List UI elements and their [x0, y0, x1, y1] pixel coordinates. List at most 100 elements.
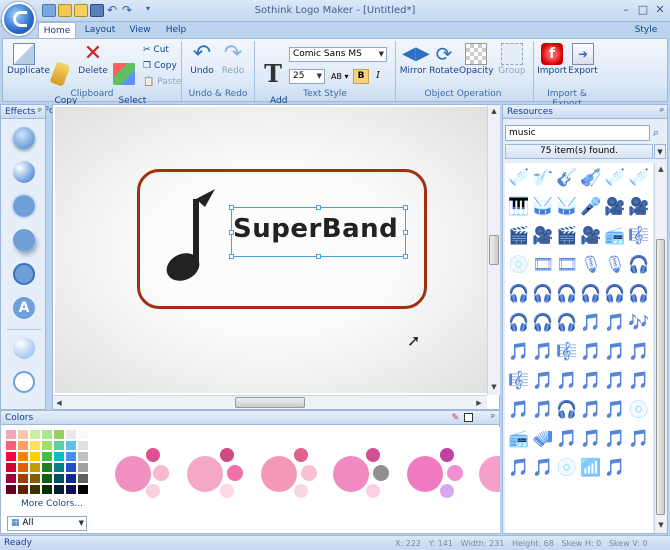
color-swatch[interactable]	[5, 473, 17, 484]
selection-handle[interactable]	[229, 205, 234, 210]
color-swatch[interactable]	[5, 451, 17, 462]
music-resource-icon[interactable]: 🎧	[627, 283, 651, 305]
effect-gloss-icon[interactable]	[13, 161, 35, 183]
music-resource-icon[interactable]: 🎵	[555, 428, 579, 450]
color-schemes-strip[interactable]	[97, 427, 500, 533]
music-resource-icon[interactable]: 🎙	[603, 254, 627, 276]
color-swatch[interactable]	[29, 429, 41, 440]
tab-view[interactable]: View	[124, 22, 156, 38]
music-resource-icon[interactable]: 📶	[579, 457, 603, 479]
duplicate-button[interactable]: Duplicate	[7, 41, 50, 76]
music-note-icon[interactable]	[163, 185, 219, 285]
app-menu-orb[interactable]	[2, 2, 36, 36]
music-resource-icon[interactable]: 🎥	[627, 196, 651, 218]
color-filter-select[interactable]: ▦ All ▼	[7, 516, 87, 531]
color-swatch[interactable]	[77, 462, 89, 473]
music-resource-icon[interactable]: 🎵	[507, 399, 531, 421]
design-canvas[interactable]: SuperBand ➚	[55, 107, 487, 393]
music-resource-icon[interactable]: 🎧	[531, 312, 555, 334]
music-resource-icon[interactable]: 🎤	[579, 196, 603, 218]
color-swatch[interactable]	[41, 451, 53, 462]
color-swatch[interactable]	[5, 462, 17, 473]
music-resource-icon[interactable]: 🎧	[531, 283, 555, 305]
music-resource-icon[interactable]: 🎵	[531, 399, 555, 421]
color-swatch[interactable]	[29, 462, 41, 473]
selection-handle[interactable]	[403, 230, 408, 235]
music-resource-icon[interactable]: 💿	[627, 399, 651, 421]
bold-button[interactable]: B	[353, 69, 369, 84]
style-menu[interactable]: Style	[628, 22, 664, 38]
music-resource-icon[interactable]: 🎧	[555, 283, 579, 305]
color-swatch[interactable]	[5, 484, 17, 495]
music-resource-icon[interactable]: 🎺	[603, 167, 627, 189]
italic-button[interactable]: I	[371, 69, 385, 84]
color-swatch[interactable]	[29, 451, 41, 462]
color-swatch[interactable]	[77, 429, 89, 440]
font-family-select[interactable]: Comic Sans MS ▼	[289, 47, 387, 62]
music-resource-icon[interactable]: 🥁	[531, 196, 555, 218]
music-resource-icon[interactable]: 🥁	[555, 196, 579, 218]
color-swatch[interactable]	[53, 484, 65, 495]
paste-button[interactable]: 📋 Paste	[143, 75, 181, 89]
color-swatch[interactable]	[53, 451, 65, 462]
mirror-button[interactable]: ◀▶ Mirror	[396, 41, 430, 76]
music-resource-icon[interactable]: 🎵	[507, 457, 531, 479]
music-resource-icon[interactable]: 🎞	[555, 254, 579, 276]
pin-icon[interactable]: ᵖ	[660, 105, 664, 119]
close-button[interactable]: ✕	[653, 3, 667, 17]
music-resource-icon[interactable]: 🎵	[627, 370, 651, 392]
music-resource-icon[interactable]: 🎥	[531, 225, 555, 247]
music-resource-icon[interactable]: 🎵	[603, 457, 627, 479]
color-swatch[interactable]	[41, 440, 53, 451]
color-swatch[interactable]	[53, 462, 65, 473]
effect-text-icon[interactable]: A	[13, 297, 35, 319]
music-resource-icon[interactable]: 🎺	[627, 167, 651, 189]
music-resource-icon[interactable]: 🎺	[507, 167, 531, 189]
resource-scrollbar[interactable]: ▲ ▼	[654, 163, 666, 533]
color-swatch[interactable]	[77, 440, 89, 451]
color-swatch[interactable]	[17, 451, 29, 462]
import-button[interactable]: f Import	[535, 41, 569, 76]
effect-none-icon[interactable]	[13, 371, 35, 393]
vertical-scrollbar[interactable]: ▲ ▼	[487, 105, 500, 395]
music-resource-icon[interactable]: 🎵	[627, 341, 651, 363]
tab-help[interactable]: Help	[160, 22, 192, 38]
music-resource-icon[interactable]: 🎥	[603, 196, 627, 218]
music-resource-icon[interactable]: 🎵	[531, 370, 555, 392]
color-swatch[interactable]	[17, 440, 29, 451]
music-resource-icon[interactable]: 🎵	[603, 370, 627, 392]
color-swatch[interactable]	[41, 462, 53, 473]
color-swatch[interactable]	[5, 429, 17, 440]
effect-bevel-icon[interactable]	[13, 127, 35, 149]
effect-shadow-icon[interactable]	[13, 229, 35, 251]
effect-stroke-icon[interactable]	[13, 263, 35, 285]
tab-layout[interactable]: Layout	[80, 22, 120, 38]
color-swatch[interactable]	[29, 484, 41, 495]
pin-icon[interactable]: ᵖ	[38, 105, 42, 119]
music-resource-icon[interactable]: 🎵	[603, 341, 627, 363]
redo-button[interactable]: ↷ Redo	[216, 41, 250, 77]
music-resource-icon[interactable]: 🎼	[555, 341, 579, 363]
scroll-down-icon[interactable]: ▼	[488, 381, 500, 393]
scroll-up-icon[interactable]: ▲	[655, 163, 667, 175]
resource-search-input[interactable]: music	[505, 125, 650, 141]
scroll-down-icon[interactable]: ▼	[655, 519, 667, 531]
music-resource-icon[interactable]: 🎧	[579, 283, 603, 305]
music-resource-icon[interactable]: 🎼	[507, 370, 531, 392]
music-resource-icon[interactable]: 🎧	[555, 399, 579, 421]
pin-icon[interactable]: ᵖ	[491, 411, 495, 425]
music-resource-icon[interactable]: 🎵	[579, 428, 603, 450]
music-resource-icon[interactable]: 🎧	[507, 312, 531, 334]
scroll-right-icon[interactable]: ▶	[473, 397, 485, 409]
music-resource-icon[interactable]: 🎧	[627, 254, 651, 276]
text-case-button[interactable]: AB ▾	[331, 69, 349, 84]
minimize-button[interactable]: –	[619, 3, 633, 17]
music-resource-icon[interactable]: 🎵	[555, 370, 579, 392]
music-resource-icon[interactable]: 🎵	[579, 399, 603, 421]
current-color-swatch[interactable]	[464, 413, 473, 422]
music-resource-icon[interactable]: 🎧	[507, 283, 531, 305]
selection-handle[interactable]	[316, 205, 321, 210]
music-resource-icon[interactable]: 🪗	[531, 428, 555, 450]
scroll-thumb[interactable]	[656, 239, 665, 515]
search-icon[interactable]: ⌕	[653, 126, 659, 140]
